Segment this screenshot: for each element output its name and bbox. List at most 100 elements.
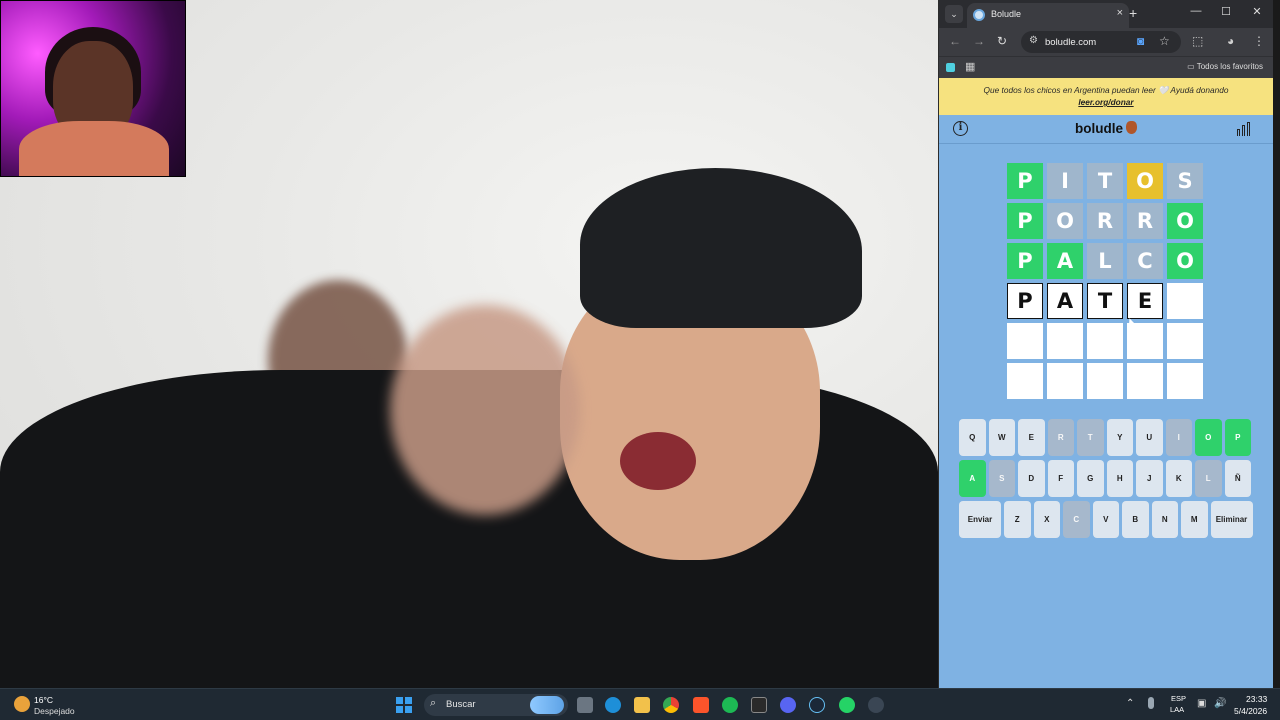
board-tile: P — [1007, 243, 1043, 279]
donate-link[interactable]: leer.org/donar — [939, 96, 1273, 109]
key-a[interactable]: A — [959, 460, 986, 497]
key-c[interactable]: C — [1063, 501, 1090, 538]
key-s[interactable]: S — [988, 460, 1015, 497]
all-bookmarks-folder[interactable]: ▭ Todos los favoritos — [1187, 62, 1263, 71]
folder-icon[interactable] — [634, 697, 650, 713]
key-n[interactable]: N — [1151, 501, 1178, 538]
volume-icon[interactable]: 🔊 — [1214, 698, 1226, 709]
bookmarks-bar: ▦ ▭ Todos los favoritos — [939, 56, 1273, 78]
start-button[interactable] — [396, 697, 412, 713]
key-q[interactable]: Q — [959, 419, 986, 456]
board-row: PORRO — [1007, 203, 1207, 239]
search-icon: ⌕ — [430, 697, 437, 709]
board-row: PALCO — [1007, 243, 1207, 279]
key-r[interactable]: R — [1047, 419, 1074, 456]
profile-icon[interactable]: ◕ — [1227, 34, 1234, 48]
clock-time[interactable]: 23:33 — [1246, 694, 1267, 704]
minimize-button[interactable]: — — [1186, 5, 1206, 17]
steam-icon[interactable] — [809, 697, 825, 713]
key-p[interactable]: P — [1224, 419, 1251, 456]
tray-chevron-icon[interactable]: ⌃ — [1126, 698, 1134, 709]
clock-date[interactable]: 5/4/2026 — [1234, 706, 1267, 716]
board-row: PATE — [1007, 283, 1207, 319]
key-y[interactable]: Y — [1106, 419, 1133, 456]
key-m[interactable]: M — [1181, 501, 1208, 538]
network-icon[interactable]: ▣ — [1197, 698, 1206, 709]
key-ñ[interactable]: Ñ — [1224, 460, 1251, 497]
spotify-icon[interactable] — [722, 697, 738, 713]
file-explorer-icon[interactable] — [577, 697, 593, 713]
tab-search-button[interactable]: ⌄ — [945, 5, 963, 23]
app-title-text: boludle — [1075, 121, 1123, 136]
key-d[interactable]: D — [1018, 460, 1045, 497]
address-bar[interactable]: ⚙ boludle.com — [1021, 31, 1181, 53]
forward-button[interactable]: → — [973, 34, 985, 48]
back-button[interactable]: ← — [949, 34, 961, 48]
board-tile: I — [1047, 163, 1083, 199]
key-z[interactable]: Z — [1004, 501, 1031, 538]
key-l[interactable]: L — [1195, 460, 1222, 497]
key-g[interactable]: G — [1077, 460, 1104, 497]
mate-icon — [1126, 121, 1137, 134]
keyboard-row: Enviar Z X C V B N M Eliminar — [959, 501, 1255, 538]
key-j[interactable]: J — [1136, 460, 1163, 497]
key-x[interactable]: X — [1033, 501, 1060, 538]
key-h[interactable]: H — [1106, 460, 1133, 497]
key-o[interactable]: O — [1195, 419, 1222, 456]
temperature[interactable]: 16°C — [34, 695, 53, 705]
stats-icon[interactable] — [1237, 122, 1251, 136]
board-tile — [1047, 323, 1083, 359]
browser-toolbar: ← → ↻ ⚙ boludle.com ◙ ☆ ⬚ ◕ ⋮ — [939, 28, 1273, 56]
star-icon[interactable]: ☆ — [1159, 34, 1170, 48]
key-b[interactable]: B — [1122, 501, 1149, 538]
taskbar-search[interactable]: ⌕ Buscar — [424, 694, 568, 716]
weather-icon[interactable] — [14, 696, 30, 712]
board-row: PITOS — [1007, 163, 1207, 199]
board-tile: S — [1167, 163, 1203, 199]
key-v[interactable]: V — [1092, 501, 1119, 538]
menu-icon[interactable]: ⋮ — [1253, 34, 1265, 48]
chrome-icon[interactable] — [663, 697, 679, 713]
key-enviar[interactable]: Enviar — [959, 501, 1001, 538]
translate-icon[interactable]: ◙ — [1137, 34, 1144, 48]
weather-condition[interactable]: Despejado — [34, 706, 75, 716]
banner-text: Que todos los chicos en Argentina puedan… — [983, 85, 1229, 95]
url-text[interactable]: boludle.com — [1045, 37, 1096, 48]
key-e[interactable]: E — [1018, 419, 1045, 456]
tab-boludle[interactable]: Boludle × — [967, 3, 1129, 28]
taskbar: 16°C Despejado ⌕ Buscar ⌃ ESP LAA ▣ 🔊 23… — [0, 688, 1280, 720]
settings-icon[interactable] — [868, 697, 884, 713]
board-tile: P — [1007, 283, 1043, 319]
language-top[interactable]: ESP — [1171, 694, 1186, 703]
tab-close-button[interactable]: × — [1117, 7, 1123, 19]
brave-icon[interactable] — [693, 697, 709, 713]
new-tab-button[interactable]: + — [1129, 5, 1137, 21]
bookmark-app-icon[interactable] — [946, 63, 955, 72]
key-u[interactable]: U — [1136, 419, 1163, 456]
close-window-button[interactable]: ✕ — [1247, 5, 1267, 18]
tune-icon[interactable]: ⚙ — [1029, 35, 1038, 46]
epic-games-icon[interactable] — [751, 697, 767, 713]
cap-shape — [580, 168, 862, 328]
mic-icon[interactable] — [1148, 697, 1154, 709]
search-label: Buscar — [446, 699, 476, 710]
reload-button[interactable]: ↻ — [997, 34, 1007, 48]
key-f[interactable]: F — [1047, 460, 1074, 497]
whatsapp-icon[interactable] — [839, 697, 855, 713]
discord-icon[interactable] — [780, 697, 796, 713]
board-tile: T — [1087, 283, 1123, 319]
board-tile — [1007, 323, 1043, 359]
key-t[interactable]: T — [1077, 419, 1104, 456]
key-i[interactable]: I — [1165, 419, 1192, 456]
key-eliminar[interactable]: Eliminar — [1210, 501, 1253, 538]
edge-icon[interactable] — [605, 697, 621, 713]
favicon-icon — [973, 9, 985, 21]
extensions-icon[interactable]: ⬚ — [1192, 34, 1203, 48]
key-w[interactable]: W — [988, 419, 1015, 456]
board-tile: O — [1047, 203, 1083, 239]
apps-grid-icon[interactable]: ▦ — [965, 60, 975, 73]
language-bottom[interactable]: LAA — [1170, 705, 1184, 714]
board-tile: P — [1007, 163, 1043, 199]
maximize-button[interactable]: ☐ — [1216, 5, 1236, 18]
key-k[interactable]: K — [1165, 460, 1192, 497]
